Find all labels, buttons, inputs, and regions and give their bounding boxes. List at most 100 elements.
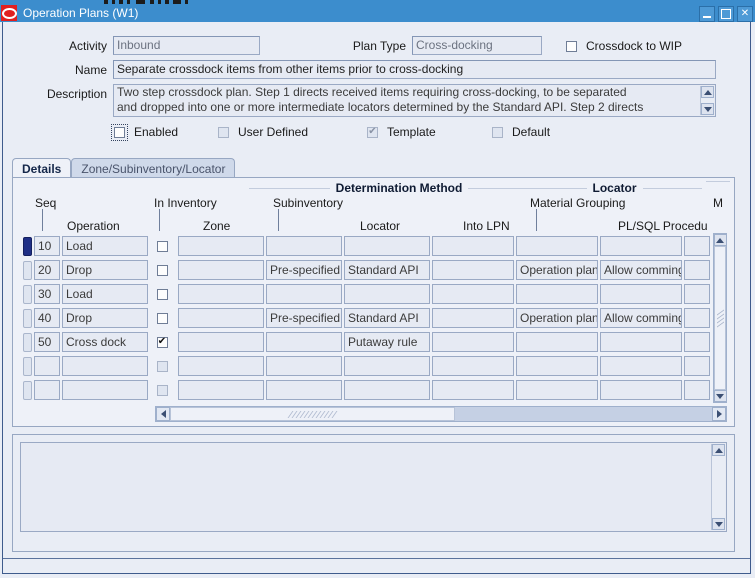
- cell-plsql-procedure[interactable]: [600, 356, 682, 376]
- cell-zone[interactable]: [178, 260, 264, 280]
- row-selector[interactable]: [23, 284, 32, 304]
- in-inventory-box[interactable]: [156, 288, 168, 300]
- cell-plsql-procedure[interactable]: [600, 236, 682, 256]
- table-row[interactable]: [23, 354, 710, 378]
- cell-material-grouping[interactable]: Operation plan: [516, 260, 598, 280]
- enabled-checkbox[interactable]: Enabled: [111, 123, 178, 141]
- grid-scroll-down-icon[interactable]: [713, 390, 727, 402]
- message-scroll-down-icon[interactable]: [712, 518, 725, 530]
- cell-locator[interactable]: [344, 284, 430, 304]
- cell-zone[interactable]: [178, 332, 264, 352]
- plan-type-field[interactable]: Cross-docking: [412, 36, 542, 55]
- cell-extra[interactable]: [684, 332, 710, 352]
- grid-hscroll-thumb[interactable]: [170, 407, 455, 421]
- message-textarea[interactable]: [20, 442, 727, 532]
- cell-material-grouping[interactable]: Operation plan: [516, 308, 598, 328]
- activity-field[interactable]: Inbound: [113, 36, 260, 55]
- cell-operation[interactable]: Cross dock: [62, 332, 148, 352]
- cell-subinventory[interactable]: [266, 332, 342, 352]
- cell-locator[interactable]: Putaway rule: [344, 332, 430, 352]
- user-defined-checkbox[interactable]: User Defined: [218, 125, 308, 139]
- message-scroll-up-icon[interactable]: [712, 444, 725, 456]
- cell-plsql-procedure[interactable]: [600, 332, 682, 352]
- cell-seq[interactable]: 30: [34, 284, 60, 304]
- cell-material-grouping[interactable]: [516, 332, 598, 352]
- cell-extra[interactable]: [684, 260, 710, 280]
- cell-in-inventory[interactable]: [148, 284, 176, 304]
- in-inventory-box[interactable]: [156, 312, 168, 324]
- default-checkbox[interactable]: Default: [492, 125, 550, 139]
- cell-extra[interactable]: [684, 308, 710, 328]
- cell-seq[interactable]: 10: [34, 236, 60, 256]
- cell-material-grouping[interactable]: [516, 380, 598, 400]
- message-scrollbar[interactable]: [711, 444, 725, 530]
- table-row[interactable]: [23, 378, 710, 402]
- cell-operation[interactable]: Drop: [62, 260, 148, 280]
- cell-extra[interactable]: [684, 284, 710, 304]
- cell-zone[interactable]: [178, 308, 264, 328]
- row-selector[interactable]: [23, 260, 32, 280]
- table-row[interactable]: 40 Drop Pre-specified Standard API Opera…: [23, 306, 710, 330]
- close-icon[interactable]: ✕: [737, 6, 753, 22]
- cell-plsql-procedure[interactable]: [600, 284, 682, 304]
- template-box[interactable]: ✔: [367, 126, 378, 138]
- grid-scroll-thumb[interactable]: [714, 246, 726, 390]
- name-field[interactable]: Separate crossdock items from other item…: [113, 60, 716, 79]
- cell-into-lpn[interactable]: [432, 308, 514, 328]
- cell-material-grouping[interactable]: [516, 356, 598, 376]
- cell-subinventory[interactable]: Pre-specified: [266, 308, 342, 328]
- grid-scroll-right-icon[interactable]: [712, 407, 726, 421]
- cell-operation[interactable]: Load: [62, 284, 148, 304]
- cell-subinventory[interactable]: [266, 356, 342, 376]
- cell-operation[interactable]: [62, 356, 148, 376]
- in-inventory-box[interactable]: ✔: [156, 336, 168, 348]
- row-selector[interactable]: [23, 236, 32, 256]
- description-scrollbar[interactable]: [700, 86, 714, 115]
- cell-seq[interactable]: [34, 380, 60, 400]
- cell-into-lpn[interactable]: [432, 260, 514, 280]
- cell-locator[interactable]: Standard API: [344, 260, 430, 280]
- cell-into-lpn[interactable]: [432, 236, 514, 256]
- table-row[interactable]: 10 Load: [23, 234, 710, 258]
- cell-in-inventory[interactable]: [148, 308, 176, 328]
- cell-material-grouping[interactable]: [516, 236, 598, 256]
- cell-operation[interactable]: Drop: [62, 308, 148, 328]
- in-inventory-box[interactable]: [156, 264, 168, 276]
- table-row[interactable]: 20 Drop Pre-specified Standard API Opera…: [23, 258, 710, 282]
- grid-scroll-up-icon[interactable]: [713, 234, 727, 246]
- crossdock-to-wip-checkbox[interactable]: Crossdock to WIP: [566, 39, 682, 53]
- cell-operation[interactable]: [62, 380, 148, 400]
- cell-seq[interactable]: 40: [34, 308, 60, 328]
- cell-subinventory[interactable]: [266, 380, 342, 400]
- cell-in-inventory[interactable]: [148, 380, 176, 400]
- cell-locator[interactable]: [344, 236, 430, 256]
- cell-seq[interactable]: [34, 356, 60, 376]
- row-selector[interactable]: [23, 308, 32, 328]
- grid-scroll-left-icon[interactable]: [156, 407, 170, 421]
- cell-zone[interactable]: [178, 236, 264, 256]
- tab-details[interactable]: Details: [12, 158, 72, 178]
- tab-zone-subinventory-locator[interactable]: Zone/Subinventory/Locator: [71, 158, 236, 178]
- description-scroll-down-icon[interactable]: [701, 103, 714, 115]
- in-inventory-box[interactable]: [156, 240, 168, 252]
- table-row[interactable]: 30 Load: [23, 282, 710, 306]
- user-defined-box[interactable]: [218, 126, 229, 138]
- crossdock-to-wip-box[interactable]: [566, 40, 577, 52]
- cell-in-inventory[interactable]: [148, 236, 176, 256]
- cell-in-inventory[interactable]: [148, 260, 176, 280]
- cell-zone[interactable]: [178, 380, 264, 400]
- cell-locator[interactable]: [344, 356, 430, 376]
- cell-subinventory[interactable]: [266, 284, 342, 304]
- row-selector[interactable]: [23, 356, 32, 376]
- cell-subinventory[interactable]: Pre-specified: [266, 260, 342, 280]
- title-bar[interactable]: Operation Plans (W1) ✕: [0, 4, 755, 22]
- default-box[interactable]: [492, 126, 503, 138]
- cell-seq[interactable]: 20: [34, 260, 60, 280]
- cell-extra[interactable]: [684, 380, 710, 400]
- cell-extra[interactable]: [684, 356, 710, 376]
- enabled-box[interactable]: [111, 123, 128, 141]
- template-checkbox[interactable]: ✔ Template: [367, 125, 436, 139]
- cell-plsql-procedure[interactable]: Allow commingl: [600, 260, 682, 280]
- in-inventory-box[interactable]: [156, 384, 168, 396]
- cell-material-grouping[interactable]: [516, 284, 598, 304]
